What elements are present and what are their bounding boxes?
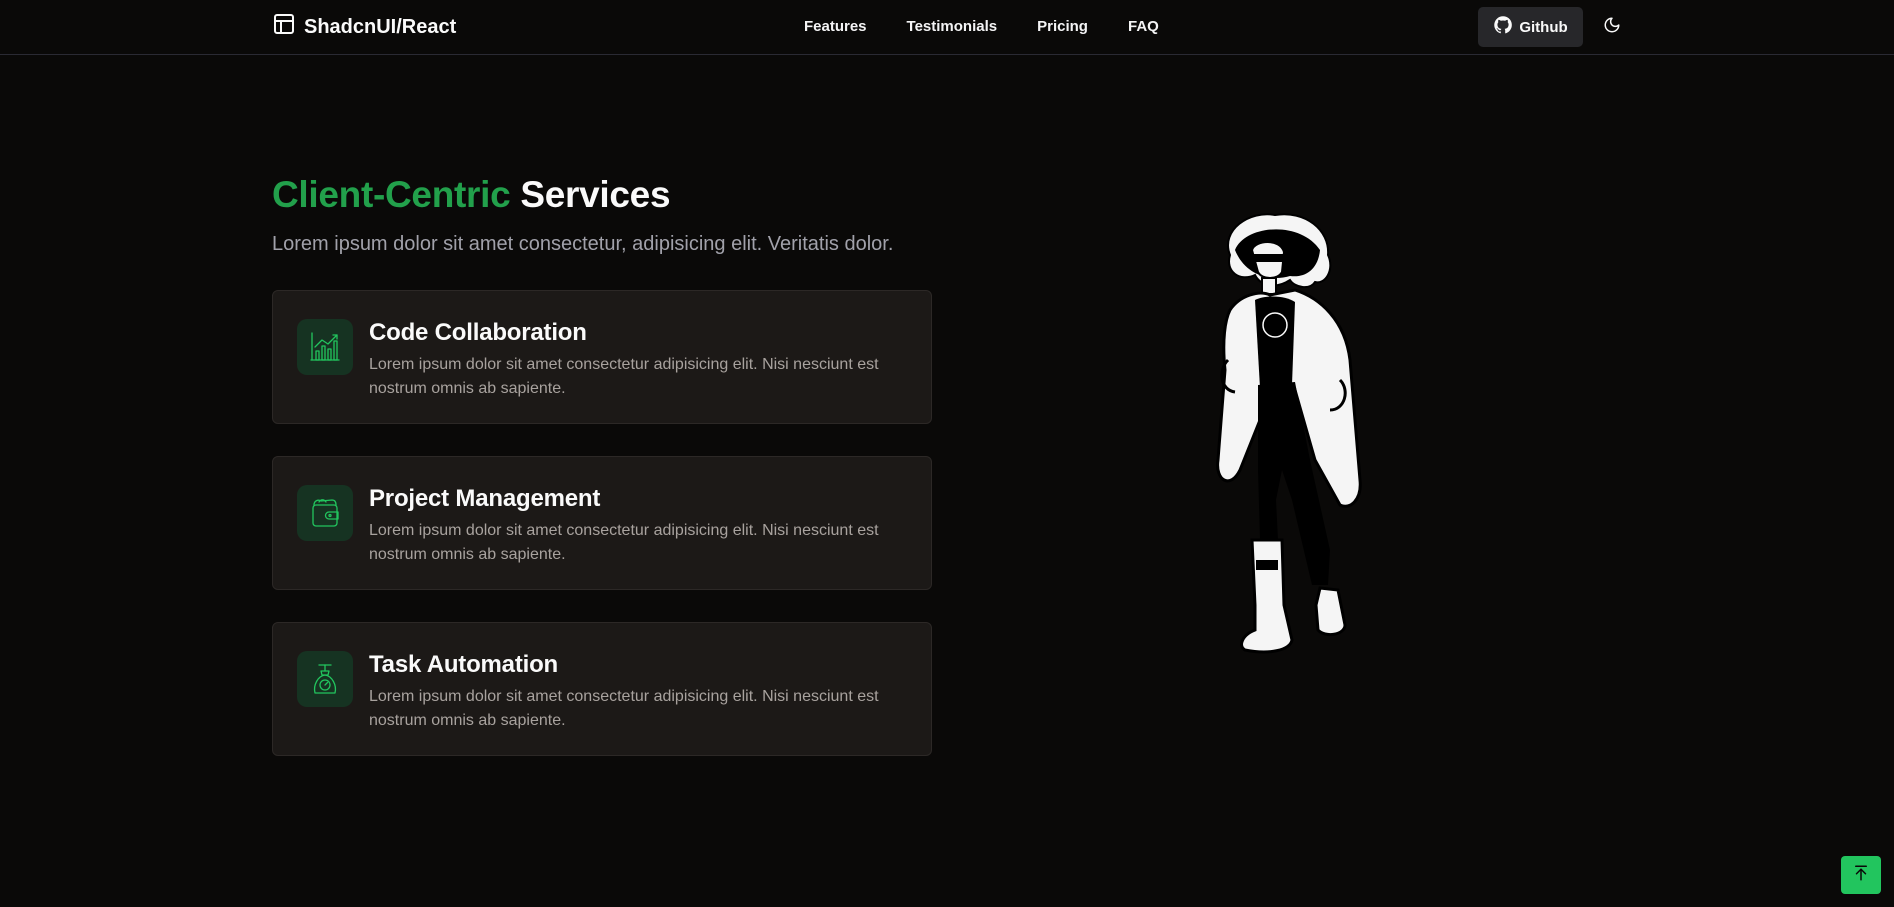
nav-link-testimonials[interactable]: Testimonials <box>907 18 998 35</box>
nav-link-features[interactable]: Features <box>804 18 867 35</box>
layout-icon <box>272 12 296 42</box>
moon-icon <box>1603 16 1621 39</box>
service-card-code-collaboration: Code Collaboration Lorem ipsum dolor sit… <box>272 290 932 424</box>
hero-illustration <box>1200 210 1400 730</box>
chart-icon <box>297 319 353 375</box>
card-description: Lorem ipsum dolor sit amet consectetur a… <box>369 356 879 397</box>
github-label: Github <box>1519 18 1568 36</box>
scroll-to-top-button[interactable] <box>1841 856 1881 894</box>
section-subtitle: Lorem ipsum dolor sit amet consectetur, … <box>272 233 894 255</box>
nav-link-faq[interactable]: FAQ <box>1128 18 1159 35</box>
card-description: Lorem ipsum dolor sit amet consectetur a… <box>369 688 879 729</box>
card-description: Lorem ipsum dolor sit amet consectetur a… <box>369 522 879 563</box>
wallet-icon <box>297 485 353 541</box>
arrow-up-to-line-icon <box>1852 864 1870 887</box>
title-accent: Client-Centric <box>272 174 511 215</box>
brand-link[interactable]: ShadcnUI/React <box>272 14 456 40</box>
navbar: ShadcnUI/React Features Testimonials Pri… <box>0 0 1894 55</box>
service-card-project-management: Project Management Lorem ipsum dolor sit… <box>272 456 932 590</box>
scale-icon <box>297 651 353 707</box>
github-icon <box>1493 15 1513 39</box>
theme-toggle-button[interactable] <box>1600 15 1624 39</box>
nav-links: Features Testimonials Pricing FAQ <box>804 18 1159 35</box>
title-rest: Services <box>520 174 671 215</box>
card-title: Task Automation <box>369 651 559 678</box>
nav-link-pricing[interactable]: Pricing <box>1037 18 1088 35</box>
section-title: Client-Centric Services <box>272 174 671 216</box>
brand-name: ShadcnUI/React <box>304 15 457 38</box>
service-card-task-automation: Task Automation Lorem ipsum dolor sit am… <box>272 622 932 756</box>
card-title: Project Management <box>369 485 601 512</box>
github-button[interactable]: Github <box>1478 7 1583 47</box>
card-title: Code Collaboration <box>369 319 587 346</box>
